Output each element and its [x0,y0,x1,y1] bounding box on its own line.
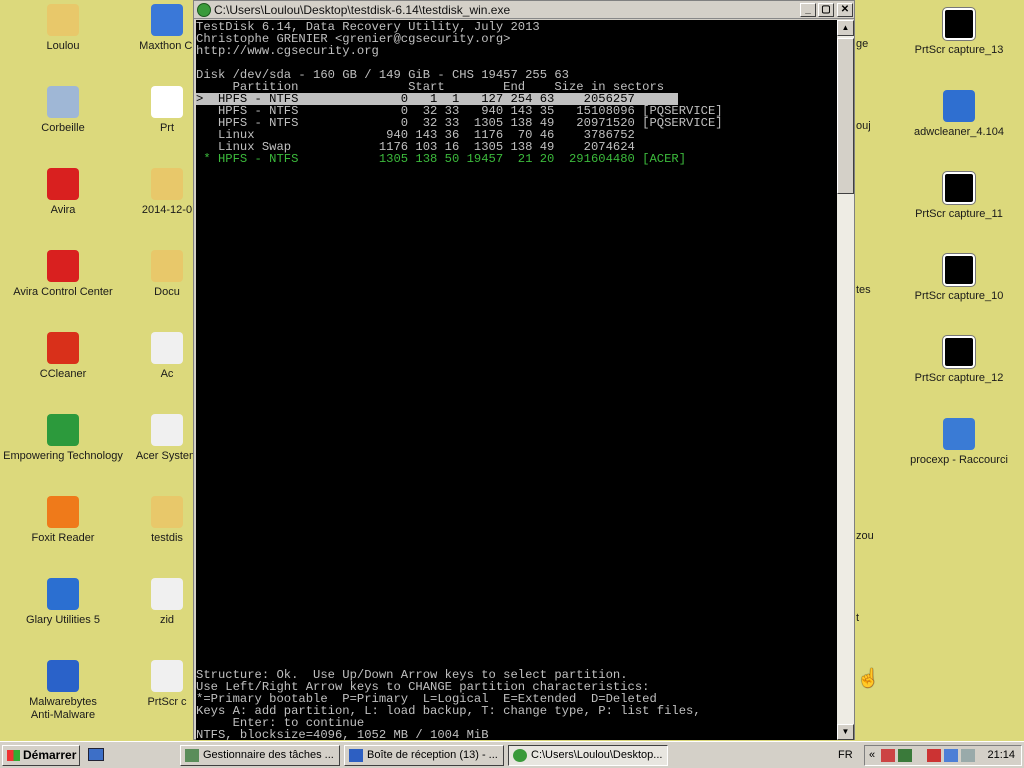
tray-app-icon[interactable] [898,749,912,762]
task-task-manager[interactable]: Gestionnaire des tâches ... [180,745,340,766]
clock[interactable]: 21:14 [987,746,1015,765]
task-label: Gestionnaire des tâches ... [203,749,334,761]
desktop-icon[interactable]: PrtScr capture_11 [896,171,1022,221]
scroll-down-arrow-icon[interactable]: ▼ [837,724,854,740]
desktop-icon-label[interactable]: zou [856,530,882,542]
testdisk-app-icon [197,3,211,17]
folder-icon [151,250,183,282]
maximize-button[interactable]: ▢ [818,3,834,17]
task-manager-icon [185,749,199,762]
maxthon-icon [151,4,183,36]
tray-avira-icon[interactable] [927,749,941,762]
procexp-icon [943,418,975,450]
empowering-technology-icon [47,414,79,446]
black-image-icon [942,7,976,41]
desktop-icon-label[interactable]: ge [856,38,882,50]
user-folder-icon [47,4,79,36]
avira-control-center-icon [47,250,79,282]
testdisk-icon [513,749,527,762]
desktop-icon[interactable]: procexp - Raccourci [896,418,1022,467]
checkbox-file-icon [151,86,183,118]
desktop-icon-label: procexp - Raccourci [910,454,1008,466]
thunderbird-icon [349,749,363,762]
close-button[interactable]: ✕ [837,3,853,17]
black-image-icon [942,171,976,205]
file-icon [151,578,183,610]
desktop-icon[interactable]: PrtScr capture_13 [896,7,1022,57]
window-titlebar[interactable]: C:\Users\Loulou\Desktop\testdisk-6.14\te… [194,1,854,19]
avira-icon [47,168,79,200]
minimize-button[interactable]: _ [800,3,816,17]
mouse-hand-cursor-icon: ☝ [857,668,880,688]
windows-flag-icon [7,750,20,761]
system-tray: « 21:14 [864,745,1022,766]
task-testdisk[interactable]: C:\Users\Loulou\Desktop... [508,745,668,766]
black-image-icon [942,335,976,369]
console-empty-area [196,165,837,669]
footer-line: NTFS, blocksize=4096, 1052 MB / 1004 MiB [196,728,489,740]
adwcleaner-icon [943,90,975,122]
tray-volume-icon[interactable] [961,749,975,762]
scroll-up-arrow-icon[interactable]: ▲ [837,20,854,36]
desktop-icon[interactable]: PrtScr capture_12 [896,335,1022,385]
vertical-scrollbar[interactable]: ▲ ▼ [837,20,854,740]
desktop-icon[interactable]: adwcleaner_4.104 [896,90,1022,139]
file-icon [151,660,183,692]
partition-row[interactable]: * HPFS - NTFS 1305 138 50 19457 21 20 29… [196,153,837,165]
recycle-bin-icon [47,86,79,118]
desktop-icon-label: PrtScr capture_12 [914,372,1004,384]
testdisk-console-window[interactable]: C:\Users\Loulou\Desktop\testdisk-6.14\te… [193,0,855,740]
desktop-icon-label: PrtScr capture_13 [914,44,1004,56]
acer-system-icon [151,414,183,446]
folder-icon [151,496,183,528]
desktop-icon-label[interactable]: ouj [856,120,882,132]
desktop-icon-label: PrtScr capture_10 [914,290,1004,302]
malwarebytes-icon [47,660,79,692]
folder-icon [151,168,183,200]
tray-expand-icon[interactable]: « [869,746,875,765]
task-label: Boîte de réception (13) - ... [367,749,498,761]
header-line-3: http://www.cgsecurity.org [196,44,379,58]
task-inbox[interactable]: Boîte de réception (13) - ... [344,745,504,766]
desktop-icon-label[interactable]: tes [856,284,882,296]
ccleaner-icon [47,332,79,364]
black-image-icon [942,253,976,287]
desktop-icon[interactable]: PrtScr capture_10 [896,253,1022,303]
show-desktop-icon[interactable] [88,748,104,761]
tray-monitor-icon[interactable] [944,749,958,762]
desktop-icon-label[interactable]: t [856,612,882,624]
scrollbar-thumb[interactable] [837,38,854,194]
task-label: C:\Users\Loulou\Desktop... [531,749,663,761]
start-button[interactable]: Démarrer [2,745,80,766]
window-title: C:\Users\Loulou\Desktop\testdisk-6.14\te… [214,3,511,17]
console-output[interactable]: TestDisk 6.14, Data Recovery Utility, Ju… [196,20,837,740]
foxit-reader-icon [47,496,79,528]
file-icon [151,332,183,364]
tray-network-icon[interactable] [881,749,895,762]
glary-utilities-icon [47,578,79,610]
language-indicator[interactable]: FR [838,745,853,766]
desktop-icon-label: adwcleaner_4.104 [914,126,1004,138]
desktop-icon-label: PrtScr capture_11 [915,208,1003,220]
start-label: Démarrer [23,748,77,762]
taskbar: Démarrer Gestionnaire des tâches ... Boî… [0,741,1024,768]
